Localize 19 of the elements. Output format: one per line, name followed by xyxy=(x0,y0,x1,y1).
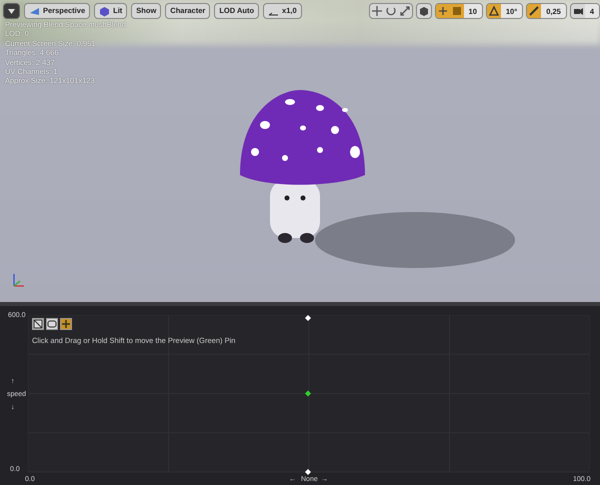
sample-point[interactable] xyxy=(305,315,311,321)
cube-icon[interactable] xyxy=(420,7,428,16)
camera-icon[interactable] xyxy=(574,8,583,15)
speed-icon xyxy=(268,12,279,15)
preview-pin[interactable] xyxy=(305,390,311,396)
caret-icon xyxy=(8,8,15,14)
sample-point[interactable] xyxy=(305,469,311,475)
grid-snap-icon[interactable] xyxy=(438,6,448,16)
view-options-button[interactable] xyxy=(3,3,20,19)
samples-icon[interactable] xyxy=(61,319,71,329)
rotate-icon[interactable] xyxy=(386,8,396,16)
scale-icon[interactable] xyxy=(400,6,410,16)
lit-cube-icon xyxy=(100,6,110,16)
grid-icon[interactable] xyxy=(34,320,42,328)
move-icon[interactable] xyxy=(370,5,382,17)
axis-gizmo-icon xyxy=(13,274,24,287)
scale-snap-icon[interactable] xyxy=(530,6,539,16)
perspective-icon xyxy=(30,8,39,14)
angle-snap-icon[interactable] xyxy=(488,6,499,16)
